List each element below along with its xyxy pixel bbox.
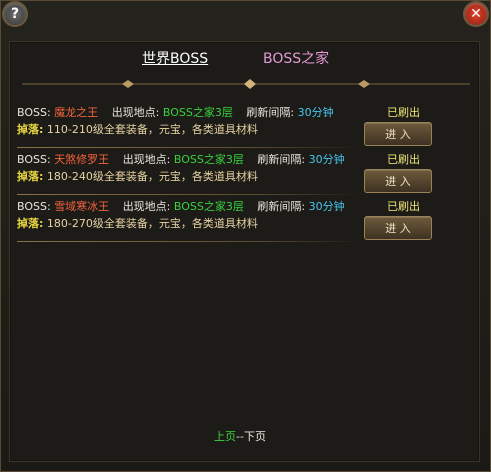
interval-label: 刷新间隔: — [257, 153, 306, 166]
close-icon[interactable]: ✕ — [465, 3, 487, 25]
location-label: 出现地点: — [122, 153, 171, 166]
status-badge: 已刷出 — [387, 106, 420, 119]
drop-value: 180-240级全套装备，元宝，各类道具材料 — [46, 170, 258, 183]
prev-page-link[interactable]: 上页 — [214, 430, 236, 443]
interval-label: 刷新间隔: — [246, 106, 295, 119]
tab-boss-home[interactable]: BOSS之家 — [263, 48, 329, 68]
boss-entry: BOSS: 魔龙之王 出现地点: BOSS之家3层 刷新间隔: 30分钟 已刷出… — [17, 104, 480, 148]
entry-separator — [17, 194, 362, 195]
location-label: 出现地点: — [111, 106, 160, 119]
drop-row: 掉落: 110-210级全套装备，元宝，各类道具材料 — [17, 121, 258, 137]
enter-button[interactable]: 进 入 — [364, 216, 432, 240]
drop-row: 掉落: 180-270级全套装备，元宝，各类道具材料 — [17, 215, 258, 231]
location-value: BOSS之家3层 — [173, 153, 244, 166]
drop-label: 掉落: — [17, 170, 44, 183]
location-label: 出现地点: — [122, 200, 171, 213]
next-page-link[interactable]: 下页 — [244, 430, 266, 443]
location-value: BOSS之家3层 — [173, 200, 244, 213]
enter-button[interactable]: 进 入 — [364, 122, 432, 146]
location-value: BOSS之家3层 — [162, 106, 233, 119]
boss-entry: BOSS: 雪域寒冰王 出现地点: BOSS之家3层 刷新间隔: 30分钟 已刷… — [17, 198, 480, 242]
drop-value: 110-210级全套装备，元宝，各类道具材料 — [46, 123, 258, 136]
interval-label: 刷新间隔: — [257, 200, 306, 213]
boss-name: 雪域寒冰王 — [54, 200, 110, 213]
boss-name: 魔龙之王 — [54, 106, 99, 119]
boss-info-row: BOSS: 天煞修罗王 出现地点: BOSS之家3层 刷新间隔: 30分钟 — [17, 151, 345, 167]
interval-value: 30分钟 — [308, 200, 345, 213]
boss-entry: BOSS: 天煞修罗王 出现地点: BOSS之家3层 刷新间隔: 30分钟 已刷… — [17, 151, 480, 195]
pagination: 上页--下页 — [214, 428, 266, 444]
boss-label: BOSS: — [17, 200, 51, 213]
status-badge: 已刷出 — [387, 200, 420, 213]
status-badge: 已刷出 — [387, 153, 420, 166]
boss-label: BOSS: — [17, 106, 51, 119]
interval-value: 30分钟 — [308, 153, 345, 166]
drop-label: 掉落: — [17, 123, 44, 136]
boss-label: BOSS: — [17, 153, 51, 166]
drop-row: 掉落: 180-240级全套装备，元宝，各类道具材料 — [17, 168, 258, 184]
ornament-divider — [22, 79, 470, 89]
boss-info-row: BOSS: 雪域寒冰王 出现地点: BOSS之家3层 刷新间隔: 30分钟 — [17, 198, 345, 214]
interval-value: 30分钟 — [297, 106, 334, 119]
tab-world-boss[interactable]: 世界BOSS — [142, 48, 208, 68]
entry-separator — [17, 241, 362, 242]
help-icon[interactable]: ? — [4, 3, 26, 25]
drop-value: 180-270级全套装备，元宝，各类道具材料 — [46, 217, 258, 230]
boss-info-row: BOSS: 魔龙之王 出现地点: BOSS之家3层 刷新间隔: 30分钟 — [17, 104, 334, 120]
enter-button[interactable]: 进 入 — [364, 169, 432, 193]
boss-name: 天煞修罗王 — [54, 153, 110, 166]
drop-label: 掉落: — [17, 217, 44, 230]
entry-separator — [17, 147, 362, 148]
pager-separator: -- — [236, 430, 244, 443]
